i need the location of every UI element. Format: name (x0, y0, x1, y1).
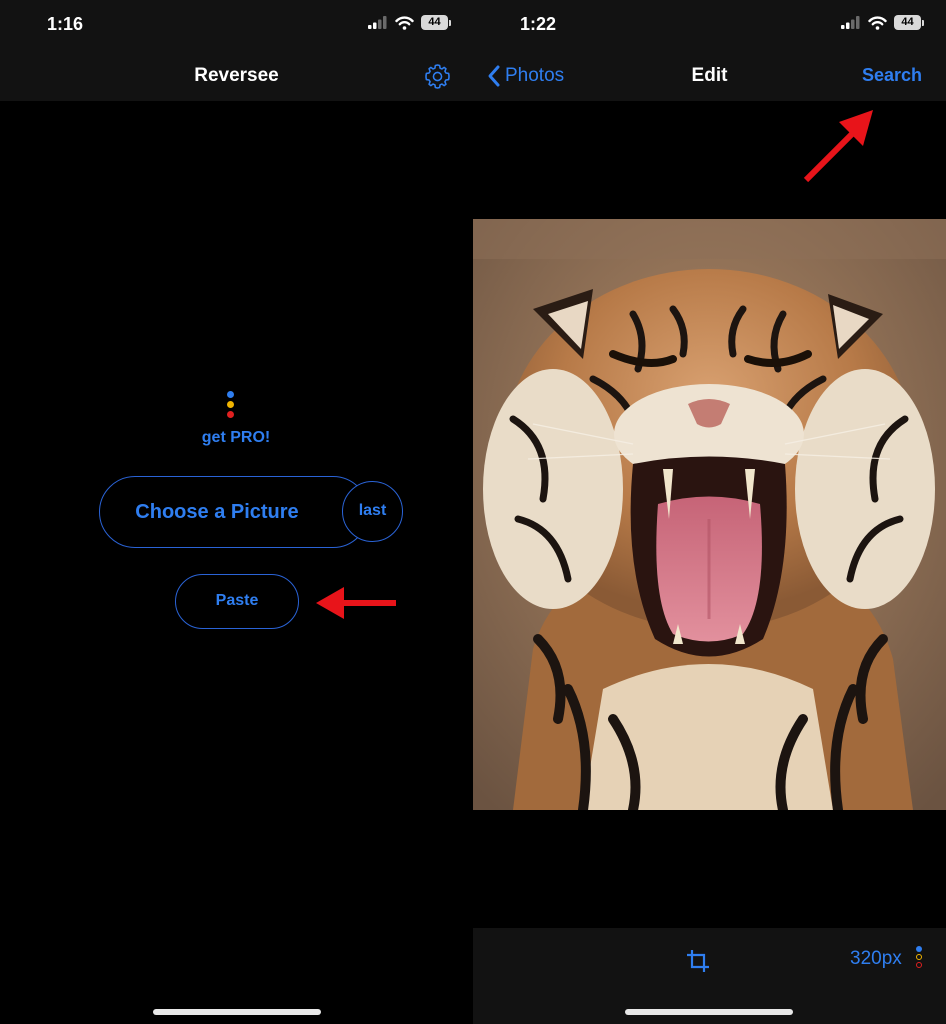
app-title: Reversee (194, 65, 279, 86)
wifi-icon (395, 15, 414, 30)
battery-icon: 44 (421, 15, 451, 30)
battery-level: 44 (894, 15, 921, 30)
paste-button[interactable]: Paste (175, 574, 299, 629)
home-indicator (153, 1009, 321, 1015)
nav-bar: Reversee (0, 52, 473, 101)
annotation-arrow-up-right-icon (803, 110, 873, 183)
status-time: 1:22 (520, 14, 557, 34)
gear-icon[interactable] (424, 63, 451, 90)
choose-picture-button[interactable]: Choose a Picture (99, 476, 369, 548)
tiger-image (473, 219, 946, 810)
nav-bar: Photos Edit Search (473, 52, 946, 101)
pro-dots-icon (227, 391, 234, 421)
home-indicator (625, 1009, 793, 1015)
reversee-home-screen: 1:16 44 Reversee get PRO! Choose a Pictu… (0, 0, 473, 1024)
crop-icon[interactable] (686, 949, 710, 973)
battery-level: 44 (421, 15, 448, 30)
options-dots-icon[interactable] (916, 946, 923, 970)
cellular-signal-icon (368, 16, 387, 29)
cellular-signal-icon (841, 16, 860, 29)
last-button[interactable]: last (342, 481, 403, 542)
battery-icon: 44 (894, 15, 924, 30)
search-button[interactable]: Search (862, 65, 922, 86)
image-size-button[interactable]: 320px (850, 948, 902, 970)
status-icons: 44 (841, 15, 924, 30)
status-bar: 1:22 44 (473, 0, 946, 52)
edit-screen: 1:22 44 Photos Edit Search 320px (473, 0, 946, 1024)
wifi-icon (868, 15, 887, 30)
annotation-arrow-left-icon (316, 587, 396, 619)
status-time: 1:16 (47, 14, 84, 34)
status-icons: 44 (368, 15, 451, 30)
status-bar: 1:16 44 (0, 0, 473, 52)
tiger-photo[interactable] (473, 219, 946, 810)
get-pro-link[interactable]: get PRO! (166, 429, 306, 447)
